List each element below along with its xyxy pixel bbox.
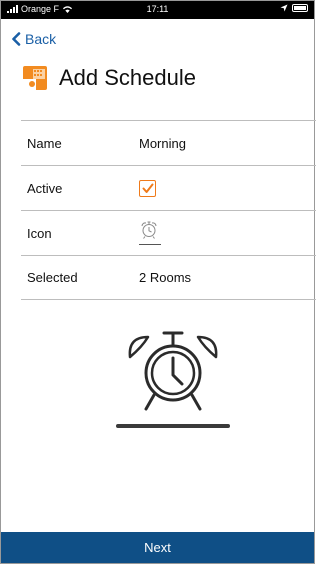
active-label: Active [27, 180, 63, 196]
active-checkbox[interactable] [139, 179, 156, 197]
name-label: Name [27, 135, 62, 151]
schedule-form: Name Morning Active Icon Selected 2 Room… [21, 120, 316, 300]
form-row-selected[interactable]: Selected 2 Rooms [21, 255, 316, 300]
battery-icon [292, 4, 308, 12]
active-value [139, 179, 316, 197]
screen: Orange F 17:11 Back Add Schedule Name Mo… [0, 0, 316, 564]
alarm-clock-icon [141, 221, 157, 239]
page-header: Add Schedule [23, 65, 196, 91]
status-right [280, 4, 308, 12]
page-title: Add Schedule [59, 65, 196, 90]
next-button[interactable]: Next [1, 532, 314, 563]
status-bar: Orange F 17:11 [1, 1, 314, 19]
location-icon [280, 4, 288, 12]
chevron-left-icon [12, 32, 21, 46]
schedule-calendar-icon [23, 66, 47, 90]
name-value[interactable]: Morning [139, 136, 316, 151]
selected-label: Selected [27, 270, 78, 285]
form-row-active: Active [21, 165, 316, 210]
icon-picker[interactable] [139, 221, 161, 245]
status-time: 17:11 [146, 4, 169, 14]
icon-value [139, 221, 316, 245]
back-button[interactable]: Back [11, 31, 56, 47]
form-row-icon: Icon [21, 210, 316, 255]
selected-value: 2 Rooms [139, 270, 192, 285]
form-row-name[interactable]: Name Morning [21, 120, 316, 165]
alarm-clock-icon [116, 331, 230, 428]
checkmark-icon [142, 183, 153, 193]
back-label: Back [25, 31, 57, 47]
icon-label: Icon [27, 225, 52, 241]
